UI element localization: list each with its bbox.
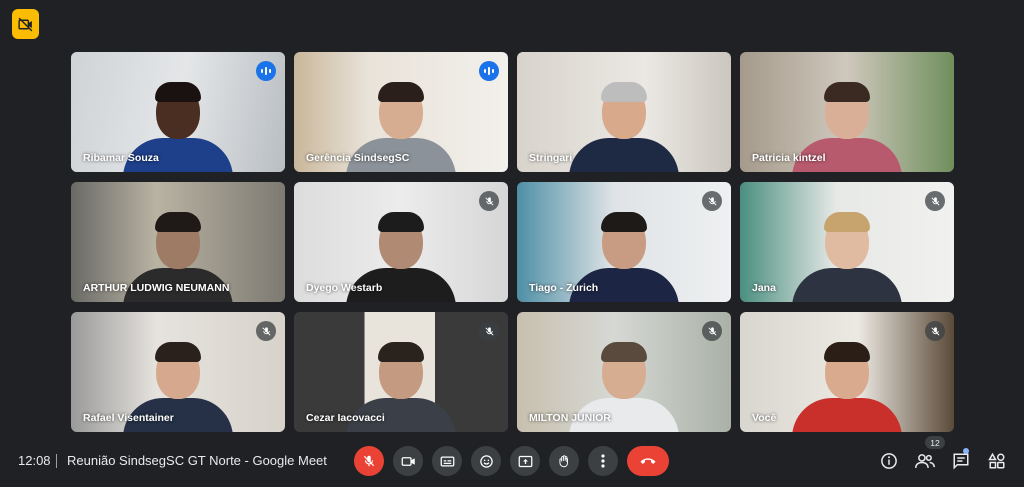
participant-name: MILTON JUNIOR	[529, 412, 611, 424]
raise-hand-icon	[559, 454, 568, 467]
participant-name: ARTHUR LUDWIG NEUMANN	[83, 282, 230, 294]
raise-hand-button[interactable]	[549, 446, 579, 476]
participant-tile[interactable]: Gerência SindsegSC	[294, 52, 508, 172]
participant-name: Você	[752, 412, 777, 424]
more-icon	[601, 454, 605, 468]
participant-tile[interactable]: Ribamar Souza	[71, 52, 285, 172]
participant-tile[interactable]: Dyego Westarb	[294, 182, 508, 302]
participant-tile[interactable]: Jana	[740, 182, 954, 302]
participant-tile[interactable]: Patricia kintzel	[740, 52, 954, 172]
mic-off-icon	[925, 191, 945, 211]
show-everyone-button[interactable]	[914, 450, 936, 472]
mic-off-icon	[702, 321, 722, 341]
mic-off-icon	[479, 191, 499, 211]
participant-name: Tiago - Zurich	[529, 282, 599, 294]
captions-icon	[440, 456, 454, 466]
hang-up-icon	[640, 458, 656, 464]
present-screen-button[interactable]	[510, 446, 540, 476]
chat-icon	[953, 453, 969, 470]
activities-button[interactable]	[986, 450, 1008, 472]
meeting-details-button[interactable]	[878, 450, 900, 472]
participant-name: Patricia kintzel	[752, 152, 826, 164]
speaking-indicator-icon	[256, 61, 276, 81]
present-icon	[518, 455, 532, 467]
participant-name: Gerência SindsegSC	[306, 152, 410, 164]
mic-off-icon	[702, 191, 722, 211]
mic-off-icon	[363, 455, 375, 467]
speaking-indicator-icon	[479, 61, 499, 81]
participant-tile[interactable]: Rafael Visentainer	[71, 312, 285, 432]
control-bar: 12:08 Reunião SindsegSC GT Norte - Googl…	[0, 440, 1024, 487]
video-off-icon	[18, 17, 33, 31]
participant-tile[interactable]: ARTHUR LUDWIG NEUMANN	[71, 182, 285, 302]
participant-grid: Ribamar Souza Gerência SindsegSC Stringa…	[71, 52, 954, 432]
activities-icon	[988, 452, 1005, 469]
participant-tile[interactable]: Você	[740, 312, 954, 432]
camera-icon	[401, 456, 415, 466]
leave-call-button[interactable]	[627, 446, 669, 476]
visual-effects-off-badge[interactable]	[12, 9, 39, 39]
participant-tile[interactable]: Tiago - Zurich	[517, 182, 731, 302]
emoji-icon	[479, 454, 493, 468]
participant-name: Stringari	[529, 152, 573, 164]
meeting-title: Reunião SindsegSC GT Norte - Google Meet	[67, 453, 327, 468]
toggle-microphone-button[interactable]	[354, 446, 384, 476]
participant-count-badge: 12	[925, 436, 945, 449]
clock: 12:08	[18, 453, 51, 468]
toggle-camera-button[interactable]	[393, 446, 423, 476]
people-icon	[915, 454, 935, 468]
participant-name: Jana	[752, 282, 776, 294]
captions-button[interactable]	[432, 446, 462, 476]
participant-tile[interactable]: MILTON JUNIOR	[517, 312, 731, 432]
reactions-button[interactable]	[471, 446, 501, 476]
participant-name: Cezar Iacovacci	[306, 412, 385, 424]
participant-tile[interactable]: Stringari	[517, 52, 731, 172]
chat-button[interactable]	[950, 450, 972, 472]
participant-name: Dyego Westarb	[306, 282, 383, 294]
more-options-button[interactable]	[588, 446, 618, 476]
info-icon	[881, 453, 897, 469]
participant-name: Ribamar Souza	[83, 152, 159, 164]
mic-off-icon	[925, 321, 945, 341]
divider	[56, 454, 57, 468]
chat-notification-dot	[963, 448, 969, 454]
mic-off-icon	[479, 321, 499, 341]
participant-name: Rafael Visentainer	[83, 412, 174, 424]
participant-tile[interactable]: Cezar Iacovacci	[294, 312, 508, 432]
mic-off-icon	[256, 321, 276, 341]
